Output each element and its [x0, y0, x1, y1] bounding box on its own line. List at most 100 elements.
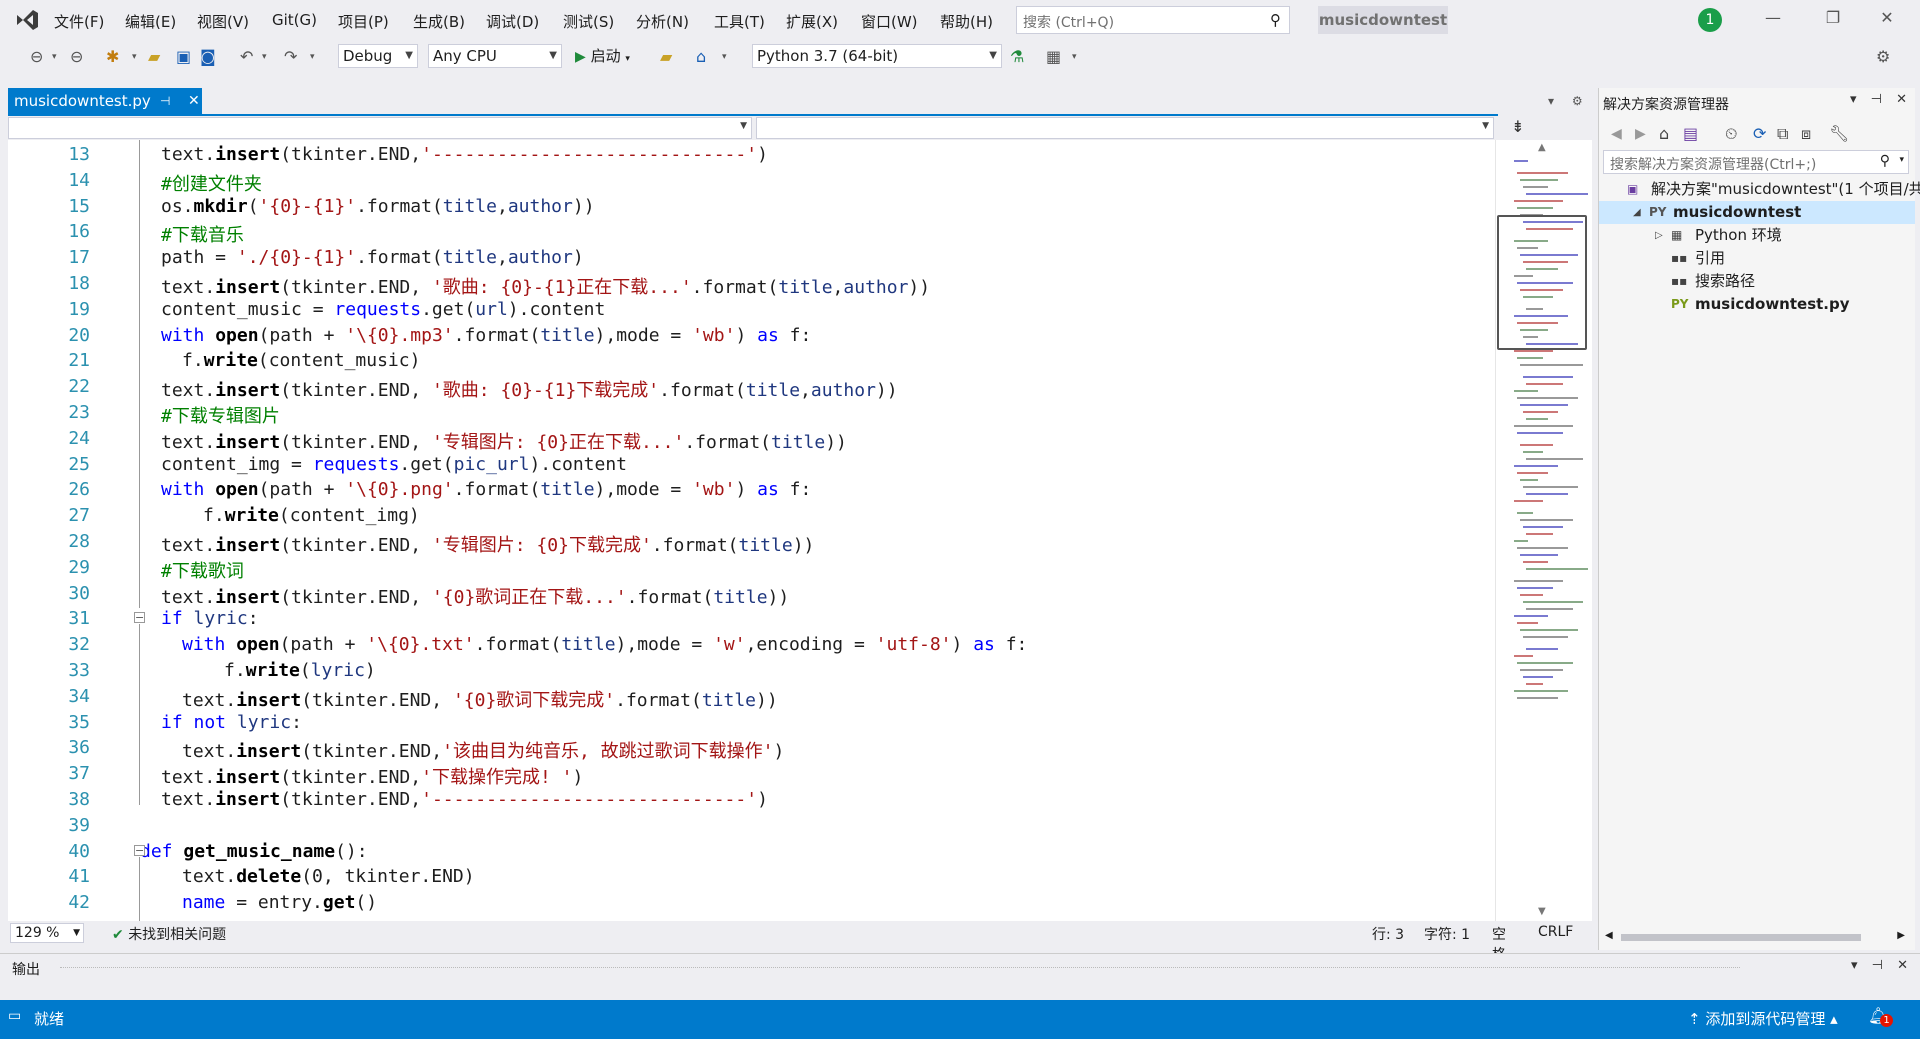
tree-item[interactable]: ◢ PY musicdowntest — [1599, 201, 1915, 224]
code-line[interactable]: content_img = requests.get(pic_url).cont… — [161, 454, 627, 475]
open-folder-icon[interactable]: ▰ — [148, 47, 160, 66]
browser-icon[interactable]: ⌂ — [696, 47, 706, 66]
menu-item[interactable]: 文件(F) — [54, 11, 104, 32]
tree-item[interactable]: ▪▪ 引用 — [1599, 247, 1915, 270]
close-icon[interactable]: ✕ — [188, 88, 200, 114]
code-line[interactable]: text.insert(tkinter.END,'下载操作完成! ') — [161, 763, 583, 789]
pin-icon[interactable]: ⊣ — [1872, 958, 1883, 973]
tree-item[interactable]: ▪▪ 搜索路径 — [1599, 270, 1915, 293]
sync-icon[interactable]: ⟳ — [1753, 124, 1766, 143]
switch-views-icon[interactable]: ▤ — [1683, 124, 1698, 143]
code-line[interactable]: text.delete(0, tkinter.END) — [182, 866, 475, 887]
fold-toggle-icon[interactable]: − — [134, 612, 145, 624]
code-line[interactable]: with open(path + '\{0}.png'.format(title… — [161, 479, 811, 500]
start-debug-button[interactable]: ▶ 启动 ▾ — [575, 44, 630, 68]
search-input[interactable]: 搜索 (Ctrl+Q) ⚲ — [1016, 6, 1290, 34]
save-icon[interactable]: ▣ — [176, 47, 191, 66]
code-line[interactable]: if not lyric: — [161, 712, 302, 733]
search-icon[interactable]: ⚲ — [1880, 153, 1890, 169]
open-folder-icon[interactable]: ▰ — [660, 47, 672, 66]
undo-icon[interactable]: ↶ — [240, 47, 253, 66]
chevron-down-icon[interactable]: ▾ — [262, 52, 267, 62]
code-line[interactable]: #创建文件夹 — [161, 170, 262, 196]
menu-item[interactable]: Git(G) — [272, 11, 317, 29]
search-icon[interactable]: ⚲ — [1270, 11, 1281, 29]
eol-indicator[interactable]: CRLF — [1538, 924, 1573, 940]
code-line[interactable]: text.insert(tkinter.END,'---------------… — [161, 789, 768, 810]
code-line[interactable]: text.insert(tkinter.END, '{0}歌词下载完成'.for… — [182, 686, 778, 712]
tab-musicdowntest-py[interactable]: musicdowntest.py ⊣ ✕ — [8, 88, 202, 114]
pin-icon[interactable]: ⊣ — [1871, 92, 1882, 107]
line-indicator[interactable]: 行: 3 — [1372, 924, 1404, 944]
live-share-icon[interactable]: ⚙ — [1876, 47, 1890, 66]
menu-item[interactable]: 测试(S) — [563, 11, 614, 32]
navigation-class-select[interactable]: ▼ — [8, 117, 752, 139]
chevron-down-icon[interactable]: ▾ — [722, 52, 727, 62]
code-line[interactable]: text.insert(tkinter.END, '歌曲: {0}-{1}下载完… — [161, 376, 898, 402]
menu-item[interactable]: 分析(N) — [636, 11, 689, 32]
chevron-down-icon[interactable]: ▾ — [1899, 155, 1904, 165]
collapse-arrow-icon[interactable]: ◢ — [1633, 201, 1641, 224]
show-all-files-icon[interactable]: ⧈ — [1801, 124, 1811, 144]
scroll-right-icon[interactable]: ▶ — [1897, 930, 1905, 941]
chevron-down-icon[interactable]: ▾ — [1851, 958, 1858, 973]
home-icon[interactable]: ⌂ — [1659, 124, 1669, 143]
zoom-select[interactable]: 129 % ▼ — [10, 923, 84, 943]
chevron-down-icon[interactable]: ▾ — [1548, 94, 1554, 108]
add-to-source-control-button[interactable]: ⇡ 添加到源代码管理 ▴ — [1688, 1008, 1838, 1029]
gear-icon[interactable]: ⚙ — [1572, 94, 1583, 108]
pin-icon[interactable]: ⊣ — [160, 88, 170, 114]
solution-configuration-select[interactable]: Debug ▼ — [338, 44, 418, 68]
packages-icon[interactable]: ⚗ — [1010, 47, 1024, 66]
scroll-up-icon[interactable]: ▲ — [1538, 142, 1546, 153]
redo-icon[interactable]: ↷ — [284, 47, 297, 66]
chevron-down-icon[interactable]: ▾ — [52, 52, 57, 62]
save-all-icon[interactable]: ◙ — [200, 47, 216, 66]
close-icon[interactable]: ✕ — [1896, 92, 1907, 107]
char-indicator[interactable]: 字符: 1 — [1424, 924, 1470, 944]
code-line[interactable]: f.write(lyric) — [224, 660, 376, 681]
split-window-icon[interactable]: ⇟ — [1494, 117, 1542, 139]
navigation-member-select[interactable]: ▼ — [756, 117, 1494, 139]
code-line[interactable]: with open(path + '\{0}.mp3'.format(title… — [161, 325, 811, 346]
back-icon[interactable]: ◀ — [1611, 126, 1622, 142]
chevron-down-icon[interactable]: ▾ — [1850, 92, 1857, 107]
code-line[interactable]: #下载歌词 — [161, 557, 244, 583]
menu-item[interactable]: 帮助(H) — [940, 11, 993, 32]
code-line[interactable]: text.insert(tkinter.END, '专辑图片: {0}正在下载.… — [161, 428, 847, 454]
menu-item[interactable]: 生成(B) — [413, 11, 465, 32]
restore-icon[interactable]: ❐ — [1818, 8, 1848, 27]
horizontal-scrollbar[interactable]: ◀ ▶ — [1605, 930, 1905, 944]
code-line[interactable]: text.insert(tkinter.END, '专辑图片: {0}下载完成'… — [161, 531, 814, 557]
menu-item[interactable]: 视图(V) — [197, 11, 249, 32]
account-badge[interactable]: 1 — [1698, 8, 1722, 32]
code-line[interactable]: #下载专辑图片 — [161, 402, 280, 428]
new-project-icon[interactable]: ✱ — [106, 47, 119, 66]
code-line[interactable]: content_music = requests.get(url).conten… — [161, 299, 605, 320]
code-line[interactable]: f.write(content_img) — [203, 505, 420, 526]
minimize-icon[interactable]: — — [1758, 8, 1788, 27]
scroll-left-icon[interactable]: ◀ — [1605, 930, 1613, 941]
chevron-down-icon[interactable]: ▾ — [1072, 52, 1077, 62]
code-line[interactable]: text.insert(tkinter.END, '{0}歌词正在下载...'.… — [161, 583, 789, 609]
tree-item[interactable]: ▣ 解决方案"musicdowntest"(1 个项目/共 — [1599, 178, 1920, 201]
collapse-all-icon[interactable]: ⧉ — [1777, 124, 1788, 144]
code-line[interactable]: path = './{0}-{1}'.format(title,author) — [161, 247, 584, 268]
code-line[interactable]: if lyric: — [161, 608, 259, 629]
code-line[interactable]: text.insert(tkinter.END,'该曲目为纯音乐, 故跳过歌词下… — [182, 737, 784, 763]
forward-icon[interactable]: ▶ — [1635, 126, 1646, 142]
scroll-down-icon[interactable]: ▼ — [1538, 906, 1546, 917]
code-line[interactable]: text.insert(tkinter.END, '歌曲: {0}-{1}正在下… — [161, 273, 930, 299]
pending-changes-icon[interactable]: ⏲ — [1725, 124, 1737, 144]
menu-item[interactable]: 编辑(E) — [125, 11, 176, 32]
code-line[interactable]: os.mkdir('{0}-{1}'.format(title,author)) — [161, 196, 595, 217]
minimap-viewport[interactable] — [1497, 215, 1587, 350]
properties-wrench-icon[interactable]: 🔧︎ — [1829, 124, 1849, 143]
python-environment-select[interactable]: Python 3.7 (64-bit) ▼ — [752, 44, 1002, 68]
solution-platform-select[interactable]: Any CPU ▼ — [428, 44, 562, 68]
solution-search-input[interactable]: 搜索解决方案资源管理器(Ctrl+;) ⚲ ▾ — [1603, 150, 1909, 174]
code-line[interactable]: name = entry.get() — [182, 892, 377, 913]
menu-item[interactable]: 工具(T) — [714, 11, 765, 32]
chevron-down-icon[interactable]: ▾ — [132, 52, 137, 62]
close-icon[interactable]: ✕ — [1897, 958, 1908, 973]
